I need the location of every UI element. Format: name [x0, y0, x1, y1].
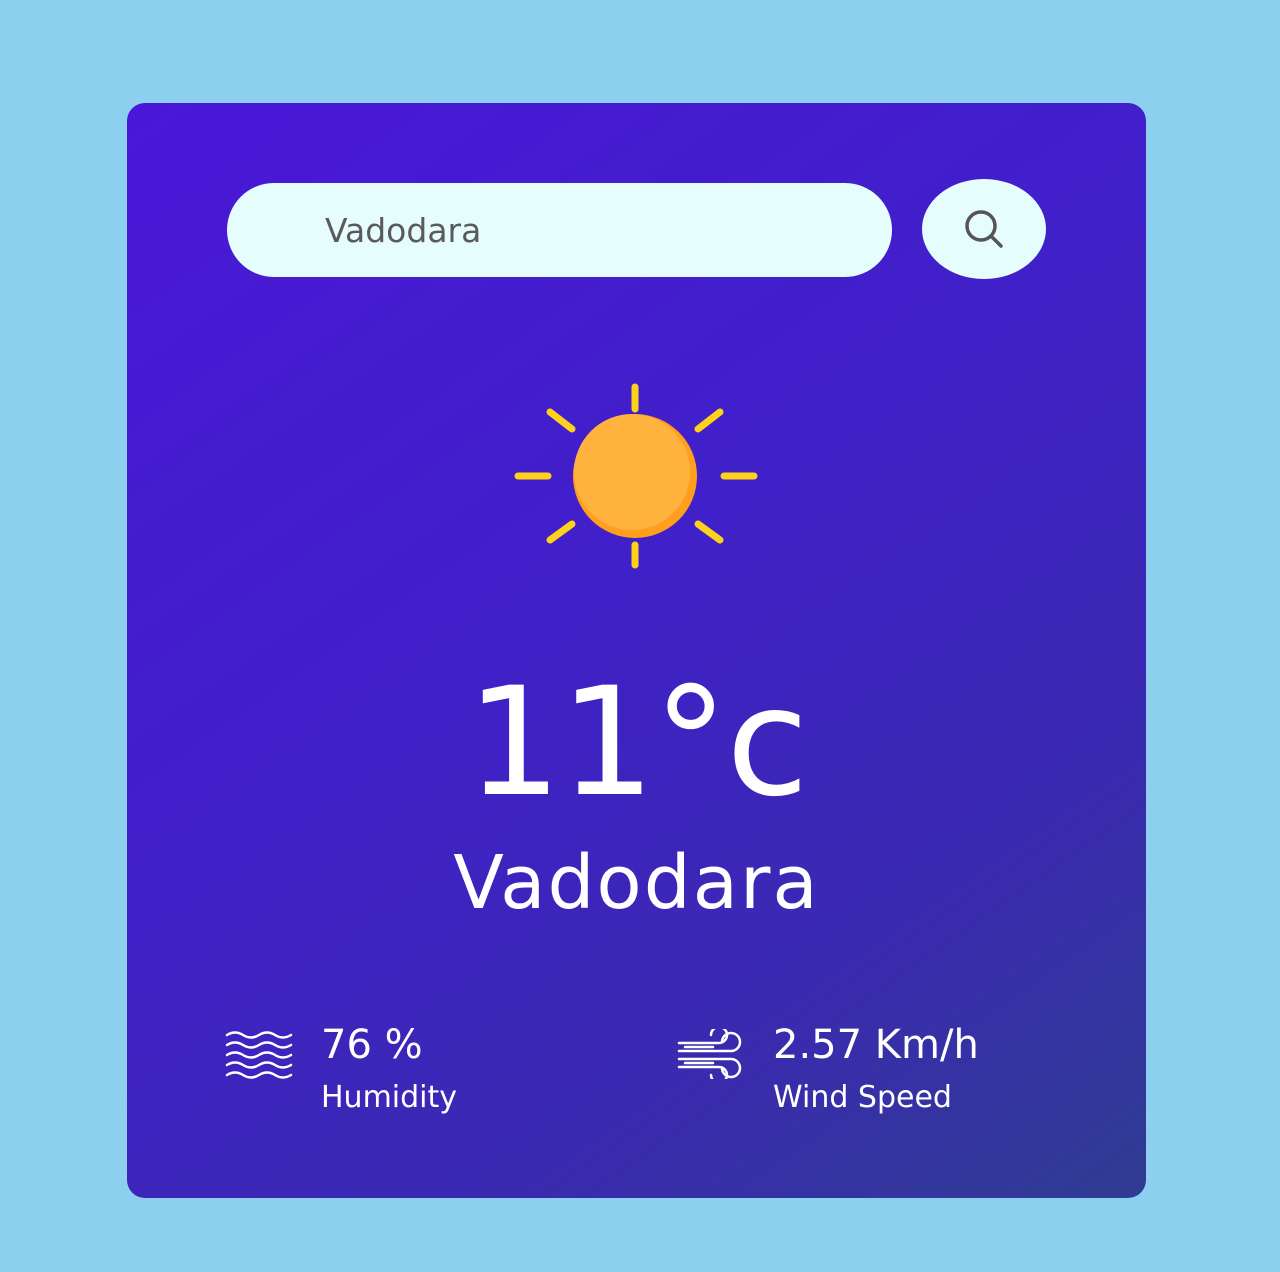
search-button[interactable] — [922, 179, 1046, 279]
wind-icon — [677, 1029, 742, 1079]
waves-icon — [225, 1031, 293, 1079]
humidity-label: Humidity — [321, 1080, 458, 1115]
humidity-section: 76 % Humidity — [225, 1023, 457, 1115]
wind-label: Wind Speed — [773, 1080, 952, 1115]
weather-card: 11°c Vadodara 76 % Humidity — [127, 103, 1146, 1198]
search-icon — [965, 210, 1003, 248]
sun-icon — [514, 383, 758, 569]
wind-section: 2.57 Km/h Wind Speed — [677, 1023, 979, 1115]
city-name: Vadodara — [453, 840, 820, 926]
search-input[interactable] — [227, 183, 892, 277]
wind-value: 2.57 Km/h — [773, 1022, 979, 1068]
temperature: 11°c — [466, 656, 808, 830]
humidity-value: 76 % — [321, 1022, 423, 1068]
